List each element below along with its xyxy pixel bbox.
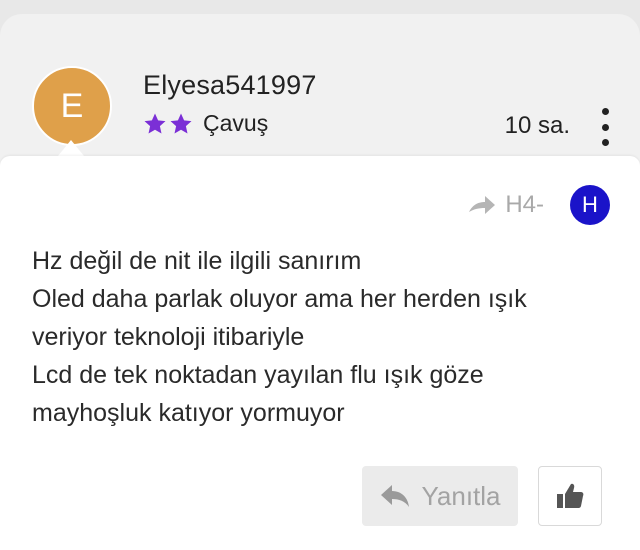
star-icon: [170, 113, 192, 133]
star-icon: [144, 113, 166, 133]
avatar[interactable]: E: [32, 66, 112, 146]
avatar-letter: E: [60, 86, 84, 125]
comment-text: Hz değil de nit ile ilgili sanırım Oled …: [32, 242, 622, 432]
user-rank: Çavuş: [143, 110, 268, 137]
rank-label: Çavuş: [203, 110, 269, 136]
share-arrow-icon: [469, 196, 496, 214]
thumbs-up-icon: [557, 483, 584, 508]
reply-arrow-icon: [381, 485, 410, 507]
quoted-avatar-letter: H: [582, 192, 598, 217]
reply-button[interactable]: Yanıtla: [362, 466, 518, 526]
quoted-user[interactable]: H4- H: [467, 185, 610, 225]
like-button[interactable]: [538, 466, 602, 526]
comment-line: Lcd de tek noktadan yayılan flu ışık göz…: [32, 361, 484, 389]
comment-card: E Elyesa541997 Çavuş 10 sa. H4- H Hz değ…: [0, 14, 640, 550]
quoted-user-label: H4-: [505, 191, 544, 218]
comment-line: veriyor teknoloji itibariyle: [32, 323, 305, 351]
username[interactable]: Elyesa541997: [143, 70, 317, 101]
reply-label: Yanıtla: [421, 480, 501, 511]
comment-line: Hz değil de nit ile ilgili sanırım: [32, 247, 362, 275]
speech-pointer: [58, 140, 84, 156]
post-time: 10 sa.: [504, 112, 570, 139]
comment-line: Oled daha parlak oluyor ama her herden ı…: [32, 285, 527, 313]
quoted-user-avatar[interactable]: H: [570, 185, 610, 225]
vertical-dots-icon[interactable]: [598, 108, 612, 146]
comment-line: mayhoşluk katıyor yormuyor: [32, 399, 345, 427]
